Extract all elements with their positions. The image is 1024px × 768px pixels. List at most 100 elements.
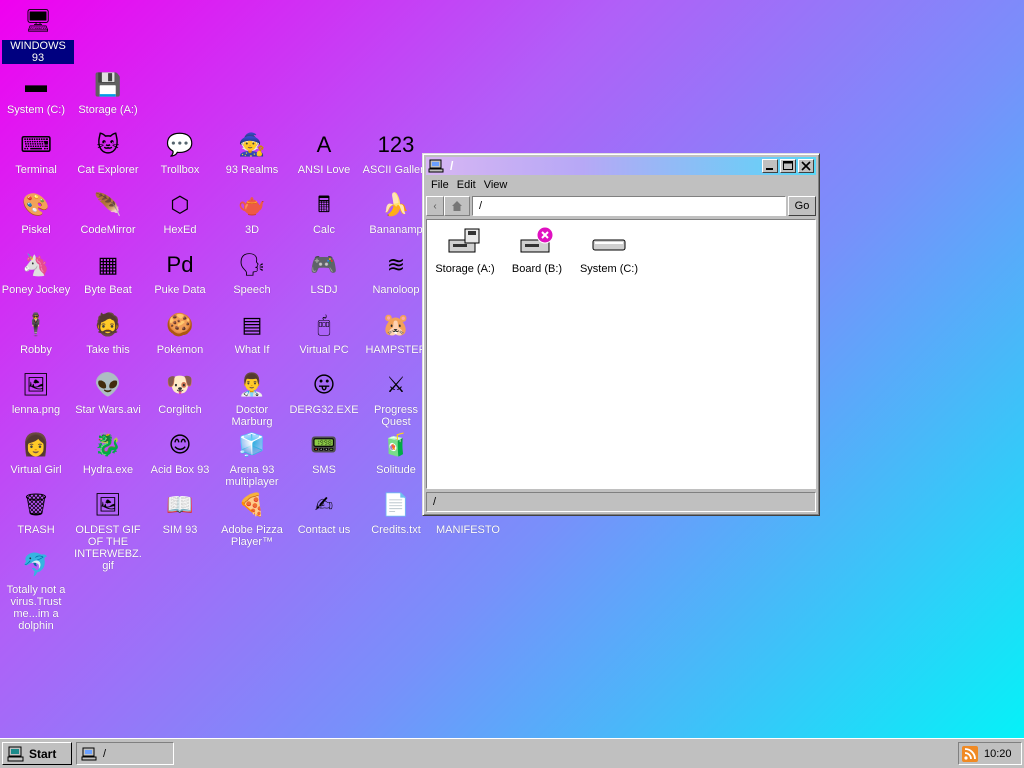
desktop-icon-label: lenna.png [11, 404, 61, 416]
desktop-icon-sms[interactable]: 📟 SMS [288, 428, 360, 476]
desktop-icon-virtual-girl[interactable]: 👩 Virtual Girl [0, 428, 72, 476]
computer-icon [81, 747, 97, 760]
back-button[interactable]: ‹ [426, 196, 444, 216]
desktop-icon-windows-93[interactable]: 🖥 WINDOWS 93 [2, 4, 74, 64]
desktop-icon-label: Arena 93 multiplayer [225, 464, 279, 488]
desktop-icon-cat-explorer[interactable]: 🐱 Cat Explorer [72, 128, 144, 176]
app-icon: 🖼 [94, 492, 122, 517]
drive-system-c[interactable]: System (C:) [574, 226, 644, 275]
menu-file[interactable]: File [427, 177, 453, 195]
desktop-icon-robby[interactable]: 🕴 Robby [0, 308, 72, 356]
desktop-icon-speech[interactable]: 🗣 Speech [216, 248, 288, 296]
desktop-icon-totally-not-a-virus-trust-me-im-a-dolphin[interactable]: 🐬 Totally not a virus.Trust me...im a dol… [0, 548, 72, 632]
app-icon: 👩 [22, 432, 50, 457]
close-button[interactable] [798, 159, 814, 173]
desktop-icon-corglitch[interactable]: 🐶 Corglitch [144, 368, 216, 416]
maximize-button[interactable] [780, 159, 796, 173]
desktop-icon-contact-us[interactable]: ✍ Contact us [288, 488, 360, 536]
desktop-icon-label: Take this [86, 344, 130, 356]
maximize-icon [783, 161, 793, 170]
desktop-icon-system-c[interactable]: ▬ System (C:) [0, 68, 72, 116]
desktop-icon-label: 3D [244, 224, 260, 236]
desktop-icon-label: Poney Jockey [1, 284, 71, 296]
desktop-icon-doctor-marburg[interactable]: 👨‍⚕ Doctor Marburg [216, 368, 288, 428]
app-icon: 🐬 [22, 552, 50, 577]
board-drive-icon [520, 226, 554, 253]
menu-view[interactable]: View [480, 177, 512, 195]
app-icon: A [316, 132, 332, 157]
desktop-icon-label: DERG32.EXE [289, 404, 359, 416]
desktop-icon-hexed[interactable]: ⬡ HexEd [144, 188, 216, 236]
taskbar-item-label: / [103, 747, 107, 760]
drive-storage-a[interactable]: Storage (A:) [430, 226, 500, 275]
app-icon: 🗑 [22, 492, 50, 517]
desktop-icon-label: Terminal [15, 164, 57, 176]
address-input[interactable] [472, 196, 786, 216]
app-icon: ✍ [314, 492, 334, 517]
desktop-icon-lsdj[interactable]: 🎮 LSDJ [288, 248, 360, 296]
start-button[interactable]: Start [2, 742, 72, 765]
home-button[interactable] [444, 196, 470, 216]
desktop-icon-piskel[interactable]: 🎨 Piskel [0, 188, 72, 236]
app-icon: 😛 [312, 372, 336, 397]
desktop-icon-label: Byte Beat [84, 284, 132, 296]
desktop-icon-trash[interactable]: 🗑 TRASH [0, 488, 72, 536]
taskbar: Start / 10:20 [0, 738, 1024, 768]
desktop-icon-acid-box-93[interactable]: 😊 Acid Box 93 [144, 428, 216, 476]
desktop-icon-oldest-gif-of-the-interwebz-gif[interactable]: 🖼 OLDEST GIF OF THE INTERWEBZ.gif [72, 488, 144, 572]
taskbar-item-explorer[interactable]: / [76, 742, 174, 765]
desktop-icon-poney-jockey[interactable]: 🦄 Poney Jockey [0, 248, 72, 296]
rss-icon[interactable] [962, 745, 978, 762]
menu-edit[interactable]: Edit [453, 177, 480, 195]
floppy-drive-icon [448, 228, 480, 253]
app-icon: 🕴 [22, 312, 50, 337]
desktop-icon-93-realms[interactable]: 🧙 93 Realms [216, 128, 288, 176]
desktop-icon-take-this[interactable]: 🧔 Take this [72, 308, 144, 356]
desktop-icon-codemirror[interactable]: 🪶 CodeMirror [72, 188, 144, 236]
drive-board-b[interactable]: Board (B:) [502, 226, 572, 275]
desktop-icon-label: Adobe Pizza Player™ [221, 524, 283, 548]
windows-logo-icon [7, 746, 24, 761]
desktop-icon-label: Contact us [297, 524, 351, 536]
desktop-icon-label: Doctor Marburg [231, 404, 273, 428]
desktop-icon-label: MANIFESTO [436, 524, 500, 536]
app-icon: 🧊 [238, 432, 266, 457]
desktop-icon-label: Hydra.exe [82, 464, 134, 476]
desktop-icon-trollbox[interactable]: 💬 Trollbox [144, 128, 216, 176]
desktop-icon-label: Storage (A:) [78, 104, 138, 116]
desktop-icon-label: WINDOWS 93 [2, 40, 74, 64]
window-titlebar[interactable]: / [426, 157, 816, 175]
desktop-icon-puke-data[interactable]: Pd Puke Data [144, 248, 216, 296]
desktop-icon-hydra-exe[interactable]: 🐉 Hydra.exe [72, 428, 144, 476]
app-icon: 🧙 [238, 132, 266, 157]
minimize-button[interactable] [762, 159, 778, 173]
desktop-icon-derg32-exe[interactable]: 😛 DERG32.EXE [288, 368, 360, 416]
app-icon: 🐉 [94, 432, 122, 457]
computer-icon [428, 159, 444, 173]
desktop-icon-virtual-pc[interactable]: 🖱 Virtual PC [288, 308, 360, 356]
go-button[interactable]: Go [788, 196, 816, 216]
desktop-icon-byte-beat[interactable]: ▦ Byte Beat [72, 248, 144, 296]
app-icon: 🐹 [382, 312, 410, 337]
desktop-icon-sim-93[interactable]: 📖 SIM 93 [144, 488, 216, 536]
desktop-icon-calc[interactable]: 🖩 Calc [288, 188, 360, 236]
desktop-icon-lenna-png[interactable]: 🖼 lenna.png [0, 368, 72, 416]
desktop-icon-label: Trollbox [160, 164, 200, 176]
desktop-icon-label: Corglitch [158, 404, 202, 416]
desktop-icon-pok-mon[interactable]: 🍪 Pokémon [144, 308, 216, 356]
desktop-icon-terminal[interactable]: ⌨ Terminal [0, 128, 72, 176]
desktop-icon-label: System (C:) [6, 104, 66, 116]
app-icon: 👨‍⚕ [238, 372, 266, 397]
desktop-icon-star-wars-avi[interactable]: 👽 Star Wars.avi [72, 368, 144, 416]
desktop-icon-ansi-love[interactable]: A ANSI Love [288, 128, 360, 176]
desktop-icon-3d[interactable]: 🫖 3D [216, 188, 288, 236]
app-icon: 👽 [94, 372, 122, 397]
desktop-icon-label: What If [234, 344, 270, 356]
desktop-icon-storage-a[interactable]: 💾 Storage (A:) [72, 68, 144, 116]
drive-label: System (C:) [579, 263, 639, 275]
app-icon: 🍪 [166, 312, 194, 337]
app-icon: 🖼 [22, 372, 50, 397]
desktop-icon-adobe-pizza-player[interactable]: 🍕 Adobe Pizza Player™ [216, 488, 288, 548]
desktop-icon-what-if[interactable]: ▤ What If [216, 308, 288, 356]
desktop-icon-arena-93-multiplayer[interactable]: 🧊 Arena 93 multiplayer [216, 428, 288, 488]
